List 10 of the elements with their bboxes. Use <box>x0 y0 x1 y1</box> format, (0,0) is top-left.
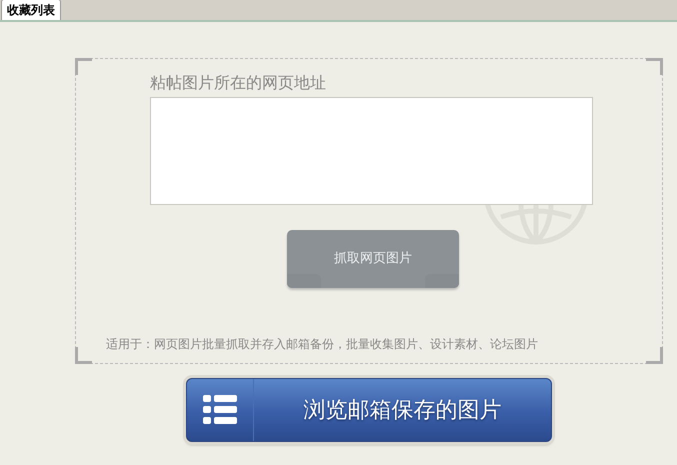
corner-mark <box>75 58 92 75</box>
list-icon <box>203 395 237 425</box>
usage-note: 适用于：网页图片批量抓取并存入邮箱备份，批量收集图片、设计素材、论坛图片 <box>106 336 538 353</box>
corner-mark <box>646 58 663 75</box>
corner-mark <box>646 347 663 364</box>
browse-saved-images-button[interactable]: 浏览邮箱保存的图片 <box>186 378 552 442</box>
corner-mark <box>75 347 92 364</box>
url-input-field[interactable] <box>150 97 593 205</box>
field-label: 粘帖图片所在的网页地址 <box>150 73 327 94</box>
tab[interactable]: 收藏列表 <box>1 0 61 20</box>
